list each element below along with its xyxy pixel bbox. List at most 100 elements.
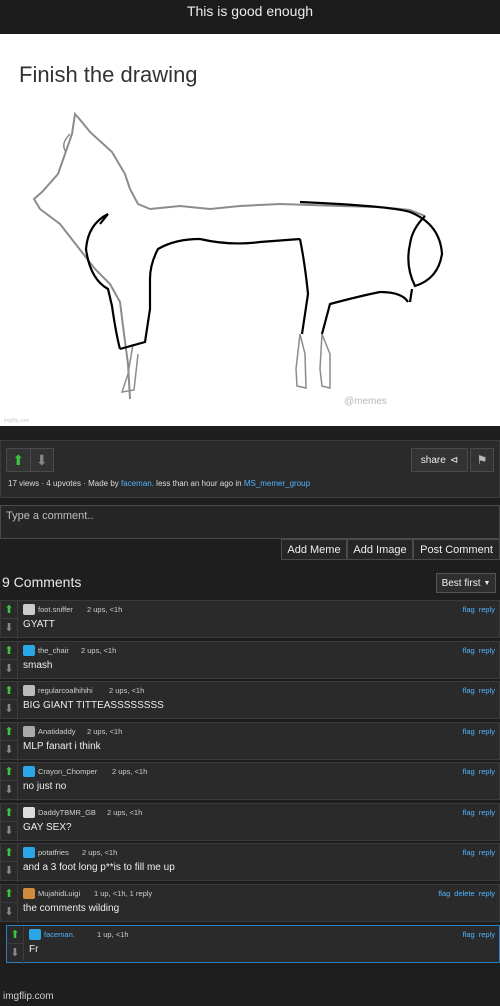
meta-separator: · xyxy=(83,479,86,488)
made-by-label: Made by xyxy=(88,479,119,488)
comment-text: BIG GIANT TITTEASSSSSSSS xyxy=(23,700,164,711)
avatar[interactable] xyxy=(23,807,35,818)
comment-username[interactable]: foot.sniffer xyxy=(38,605,73,614)
comment-text: GYATT xyxy=(23,619,55,630)
add-meme-button[interactable]: Add Meme xyxy=(281,539,347,560)
comment-votes: ⬆ ⬇ xyxy=(1,844,18,882)
comment-actions: Add Meme Add Image Post Comment xyxy=(281,539,500,560)
meme-watermark: @memes xyxy=(344,396,387,407)
comment-actions: flag reply xyxy=(459,767,495,776)
flag-link[interactable]: flag xyxy=(463,605,475,614)
comment: ⬆ ⬇ DaddyTBMR_GB 2 ups, <1h GAY SEX? flag repl… xyxy=(0,803,500,842)
downvote-icon[interactable]: ⬇ xyxy=(1,781,17,799)
avatar[interactable] xyxy=(23,847,35,858)
flag-link[interactable]: flag xyxy=(463,930,475,939)
comment: ⬆ ⬇ potatfries 2 ups, <1h and a 3 foot long … xyxy=(0,843,500,882)
avatar[interactable] xyxy=(23,685,35,696)
flag-link[interactable]: flag xyxy=(463,848,475,857)
comment-username[interactable]: potatfries xyxy=(38,848,69,857)
comment-actions: flag reply xyxy=(459,727,495,736)
post-comment-button[interactable]: Post Comment xyxy=(413,539,500,560)
reply-link[interactable]: reply xyxy=(479,646,495,655)
comment-username[interactable]: DaddyTBMR_GB xyxy=(38,808,96,817)
upvote-icon[interactable]: ⬆ xyxy=(1,844,17,862)
comment-username[interactable]: Crayon_Chomper xyxy=(38,767,97,776)
comment-actions: flag delete reply xyxy=(434,889,495,898)
upvote-icon[interactable]: ⬆ xyxy=(7,449,30,471)
downvote-icon[interactable]: ⬇ xyxy=(1,741,17,759)
reply-link[interactable]: reply xyxy=(479,767,495,776)
downvote-icon[interactable]: ⬇ xyxy=(29,449,54,471)
comment-votes: ⬆ ⬇ xyxy=(1,885,18,923)
flag-link[interactable]: flag xyxy=(463,646,475,655)
avatar[interactable] xyxy=(23,766,35,777)
comment-username[interactable]: Anatidaddy xyxy=(38,727,76,736)
upvote-icon[interactable]: ⬆ xyxy=(1,885,17,903)
comment-stats: 1 up, <1h xyxy=(97,930,129,939)
reply-link[interactable]: reply xyxy=(479,889,495,898)
reply-link[interactable]: reply xyxy=(479,605,495,614)
avatar[interactable] xyxy=(29,929,41,940)
downvote-icon[interactable]: ⬇ xyxy=(1,862,17,880)
views-count: 17 views xyxy=(8,479,40,488)
flag-link[interactable]: flag xyxy=(463,767,475,776)
reply-link[interactable]: reply xyxy=(479,686,495,695)
downvote-icon[interactable]: ⬇ xyxy=(1,660,17,678)
comment-text: Fr xyxy=(29,944,39,955)
avatar[interactable] xyxy=(23,726,35,737)
share-button[interactable]: share ⊲ xyxy=(411,448,468,472)
meme-vote-box: ⬆ ⬇ xyxy=(6,448,54,472)
upvote-icon[interactable]: ⬆ xyxy=(7,926,23,944)
delete-link[interactable]: delete xyxy=(454,889,474,898)
upvote-icon[interactable]: ⬆ xyxy=(1,682,17,700)
upvote-icon[interactable]: ⬆ xyxy=(1,763,17,781)
avatar[interactable] xyxy=(23,604,35,615)
avatar[interactable] xyxy=(23,645,35,656)
flag-link[interactable]: flag xyxy=(463,686,475,695)
downvote-icon[interactable]: ⬇ xyxy=(1,619,17,637)
comment-reply: ⬆ ⬇ faceman. 1 up, <1h Fr flag reply xyxy=(6,925,500,964)
downvote-icon[interactable]: ⬇ xyxy=(1,822,17,840)
comment-stats: 2 ups, <1h xyxy=(81,646,117,655)
comment-username[interactable]: MujahidLuigi xyxy=(38,889,80,898)
comment-username[interactable]: regularcoalhihihi xyxy=(38,686,93,695)
meme-info-panel: ⬆ ⬇ share ⊲ ⚑ 17 views · 4 upvotes · Mad… xyxy=(0,440,500,498)
comment-text: and a 3 foot long p**is to fill me up xyxy=(23,862,175,873)
author-link[interactable]: faceman. xyxy=(121,479,154,488)
sort-dropdown[interactable]: Best first ▼ xyxy=(436,573,496,593)
reply-link[interactable]: reply xyxy=(479,808,495,817)
share-icon: ⊲ xyxy=(449,454,459,466)
flag-link[interactable]: flag xyxy=(438,889,450,898)
upvote-icon[interactable]: ⬆ xyxy=(1,804,17,822)
comment-text: no just no xyxy=(23,781,67,792)
comment-username[interactable]: the_chair xyxy=(38,646,69,655)
downvote-icon[interactable]: ⬇ xyxy=(7,944,23,962)
comment-input[interactable]: Type a comment.. xyxy=(0,505,500,539)
reply-link[interactable]: reply xyxy=(479,930,495,939)
comment-votes: ⬆ ⬇ xyxy=(1,601,18,639)
comment-text: GAY SEX? xyxy=(23,822,72,833)
comment-votes: ⬆ ⬇ xyxy=(1,682,18,720)
comment-actions: flag reply xyxy=(459,848,495,857)
comment-username[interactable]: faceman. xyxy=(44,930,75,939)
comment-stats: 2 ups, <1h xyxy=(107,808,143,817)
flag-link[interactable]: flag xyxy=(463,727,475,736)
reply-link[interactable]: reply xyxy=(479,727,495,736)
comment-votes: ⬆ ⬇ xyxy=(7,926,24,964)
comment-text: smash xyxy=(23,660,53,671)
upvote-icon[interactable]: ⬆ xyxy=(1,723,17,741)
downvote-icon[interactable]: ⬇ xyxy=(1,700,17,718)
avatar[interactable] xyxy=(23,888,35,899)
downvote-icon[interactable]: ⬇ xyxy=(1,903,17,921)
flag-link[interactable]: flag xyxy=(463,808,475,817)
add-image-button[interactable]: Add Image xyxy=(347,539,413,560)
flag-button[interactable]: ⚑ xyxy=(470,448,494,472)
comments-count: 9 Comments xyxy=(2,574,82,590)
stream-link[interactable]: MS_memer_group xyxy=(244,479,310,488)
reply-link[interactable]: reply xyxy=(479,848,495,857)
comment-actions: flag reply xyxy=(459,686,495,695)
meme-image[interactable]: Finish the drawing @memes imgflip.com xyxy=(0,34,500,426)
upvote-icon[interactable]: ⬆ xyxy=(1,601,17,619)
meme-title: This is good enough xyxy=(0,0,500,34)
upvote-icon[interactable]: ⬆ xyxy=(1,642,17,660)
